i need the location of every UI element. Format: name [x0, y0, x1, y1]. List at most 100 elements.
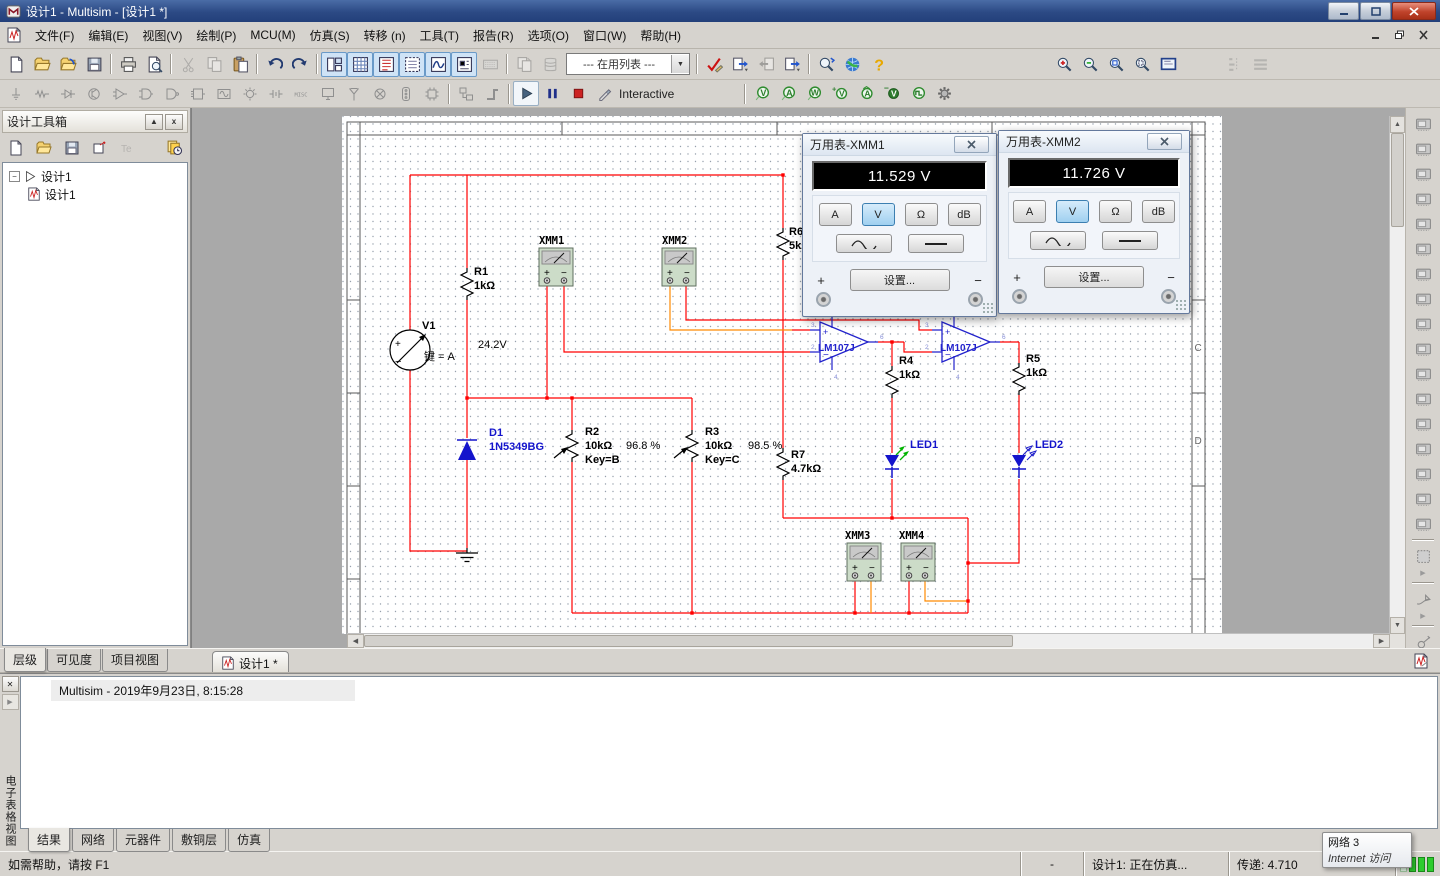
toolbox-close-sheet-button[interactable]: [87, 135, 113, 160]
ampere-mode-button[interactable]: A: [1013, 200, 1046, 223]
tab-simulation[interactable]: 仿真: [228, 829, 270, 852]
interactive-mode-label[interactable]: Interactive: [619, 87, 674, 101]
open-button[interactable]: [29, 52, 55, 77]
ohm-mode-button[interactable]: Ω: [1099, 200, 1132, 223]
settings-button[interactable]: 设置...: [1044, 266, 1144, 288]
simulation-log-row[interactable]: Multisim - 2019年9月23日, 8:15:28: [51, 680, 355, 701]
multimeter-instrument-button[interactable]: [1409, 112, 1437, 136]
probe-voltage-button[interactable]: V: [749, 81, 775, 106]
group-electromechanical-button[interactable]: [367, 81, 393, 106]
distortion-analyzer-button[interactable]: [1409, 387, 1437, 411]
transfer-export-button[interactable]: [727, 52, 753, 77]
ladder-diagram-toggle[interactable]: [399, 52, 425, 77]
toolbox-tab-project-view[interactable]: 项目视图: [102, 649, 168, 672]
function-generator-button[interactable]: [1409, 137, 1437, 161]
volt-mode-button[interactable]: V: [862, 203, 895, 226]
toolbox-open-button[interactable]: [31, 135, 57, 160]
print-preview-button[interactable]: [141, 52, 167, 77]
window-titlebar[interactable]: 设计1 - Multisim - [设计1 *]: [0, 0, 1440, 22]
ni-elvis-button[interactable]: [1409, 587, 1437, 611]
positive-terminal[interactable]: [816, 292, 831, 307]
tab-nets[interactable]: 网络: [72, 829, 114, 852]
menu-file[interactable]: 文件(F): [28, 24, 81, 47]
group-diode-button[interactable]: [55, 81, 81, 106]
menu-simulate[interactable]: 仿真(S): [303, 24, 357, 47]
scroll-left-icon[interactable]: ◀: [347, 634, 364, 648]
settings-button[interactable]: 设置...: [850, 269, 950, 291]
ohm-mode-button[interactable]: Ω: [905, 203, 938, 226]
vertical-scrollbar[interactable]: ▲ ▼: [1389, 116, 1405, 634]
probe-settings-button[interactable]: [931, 81, 957, 106]
toolbox-tab-visibility[interactable]: 可见度: [47, 649, 101, 672]
negative-terminal[interactable]: [1161, 289, 1176, 304]
erc-check-button[interactable]: [701, 52, 727, 77]
spreadsheet-view-toggle[interactable]: [347, 52, 373, 77]
iv-analyzer-button[interactable]: [1409, 362, 1437, 386]
tree-sheet-item[interactable]: 设计1: [27, 185, 185, 203]
probe-voltage-ref-button[interactable]: −V: [879, 81, 905, 106]
document-tab[interactable]: 设计1 *: [212, 651, 289, 672]
toolbox-snapshot-button[interactable]: [161, 135, 187, 160]
panel-close-icon[interactable]: x: [165, 114, 183, 130]
wattmeter-button[interactable]: [1409, 162, 1437, 186]
labview-dropdown-icon[interactable]: ▶: [1420, 569, 1425, 579]
group-advanced-peripherals-button[interactable]: [315, 81, 341, 106]
menu-window[interactable]: 窗口(W): [576, 24, 633, 47]
undo-button[interactable]: [261, 52, 287, 77]
group-power-button[interactable]: [263, 81, 289, 106]
group-cmos-button[interactable]: [159, 81, 185, 106]
scroll-down-icon[interactable]: ▼: [1390, 617, 1405, 634]
agilent-function-generator-button[interactable]: [1409, 462, 1437, 486]
mdi-restore-icon[interactable]: [1388, 27, 1410, 44]
zoom-in-button[interactable]: [1051, 52, 1077, 77]
chevron-down-icon[interactable]: ▼: [671, 55, 689, 73]
zoom-area-button[interactable]: [1103, 52, 1129, 77]
find-button[interactable]: [813, 52, 839, 77]
dialog-close-icon[interactable]: [1147, 133, 1182, 150]
volt-mode-button[interactable]: V: [1056, 200, 1089, 223]
zoom-fit-button[interactable]: [1129, 52, 1155, 77]
ac-mode-button[interactable]: [1030, 231, 1086, 250]
new-button[interactable]: [3, 52, 29, 77]
frequency-counter-button[interactable]: [1409, 262, 1437, 286]
menu-tools[interactable]: 工具(T): [413, 24, 466, 47]
sheet-list-icon[interactable]: [1408, 648, 1434, 673]
close-button[interactable]: [1392, 2, 1436, 20]
ampere-mode-button[interactable]: A: [819, 203, 852, 226]
bode-plotter-button[interactable]: [1409, 237, 1437, 261]
group-rf-button[interactable]: [341, 81, 367, 106]
stop-button[interactable]: [565, 81, 591, 106]
agilent-oscilloscope-button[interactable]: [1409, 512, 1437, 536]
mdi-close-icon[interactable]: [1412, 27, 1434, 44]
logic-analyzer-button[interactable]: [1409, 337, 1437, 361]
resize-grip[interactable]: [1175, 299, 1187, 311]
db-mode-button[interactable]: dB: [1142, 200, 1175, 223]
probe-power-button[interactable]: W: [801, 81, 827, 106]
group-basic-button[interactable]: [29, 81, 55, 106]
menu-reports[interactable]: 报告(R): [466, 24, 521, 47]
design-toolbox-toggle[interactable]: [321, 52, 347, 77]
four-channel-oscilloscope-button[interactable]: [1409, 212, 1437, 236]
schematic-sheet[interactable]: C D: [192, 108, 1392, 634]
ni-elvis-dropdown-icon[interactable]: ▶: [1420, 612, 1425, 622]
probe-diff-voltage-button[interactable]: +V: [827, 81, 853, 106]
tab-results[interactable]: 结果: [28, 828, 70, 852]
grapher-button[interactable]: [425, 52, 451, 77]
schematic-canvas[interactable]: C D: [191, 108, 1405, 648]
hierarchical-block-button[interactable]: [453, 81, 479, 106]
bus-button[interactable]: [479, 81, 505, 106]
group-ttl-button[interactable]: [133, 81, 159, 106]
print-button[interactable]: [115, 52, 141, 77]
menu-mcu[interactable]: MCU(M): [243, 25, 302, 45]
group-indicator-button[interactable]: [237, 81, 263, 106]
menu-options[interactable]: 选项(O): [521, 24, 576, 47]
description-box-toggle[interactable]: [451, 52, 477, 77]
probe-digital-button[interactable]: [905, 81, 931, 106]
in-use-list-dropdown[interactable]: --- 在用列表 --- ▼: [566, 53, 690, 75]
toolbox-save-button[interactable]: [59, 135, 85, 160]
menu-view[interactable]: 视图(V): [135, 24, 189, 47]
horizontal-scrollbar[interactable]: ◀ ▶: [347, 633, 1390, 648]
spectrum-analyzer-button[interactable]: [1409, 412, 1437, 436]
agilent-multimeter-button[interactable]: [1409, 487, 1437, 511]
panel-expand-icon[interactable]: ▶: [2, 694, 19, 710]
